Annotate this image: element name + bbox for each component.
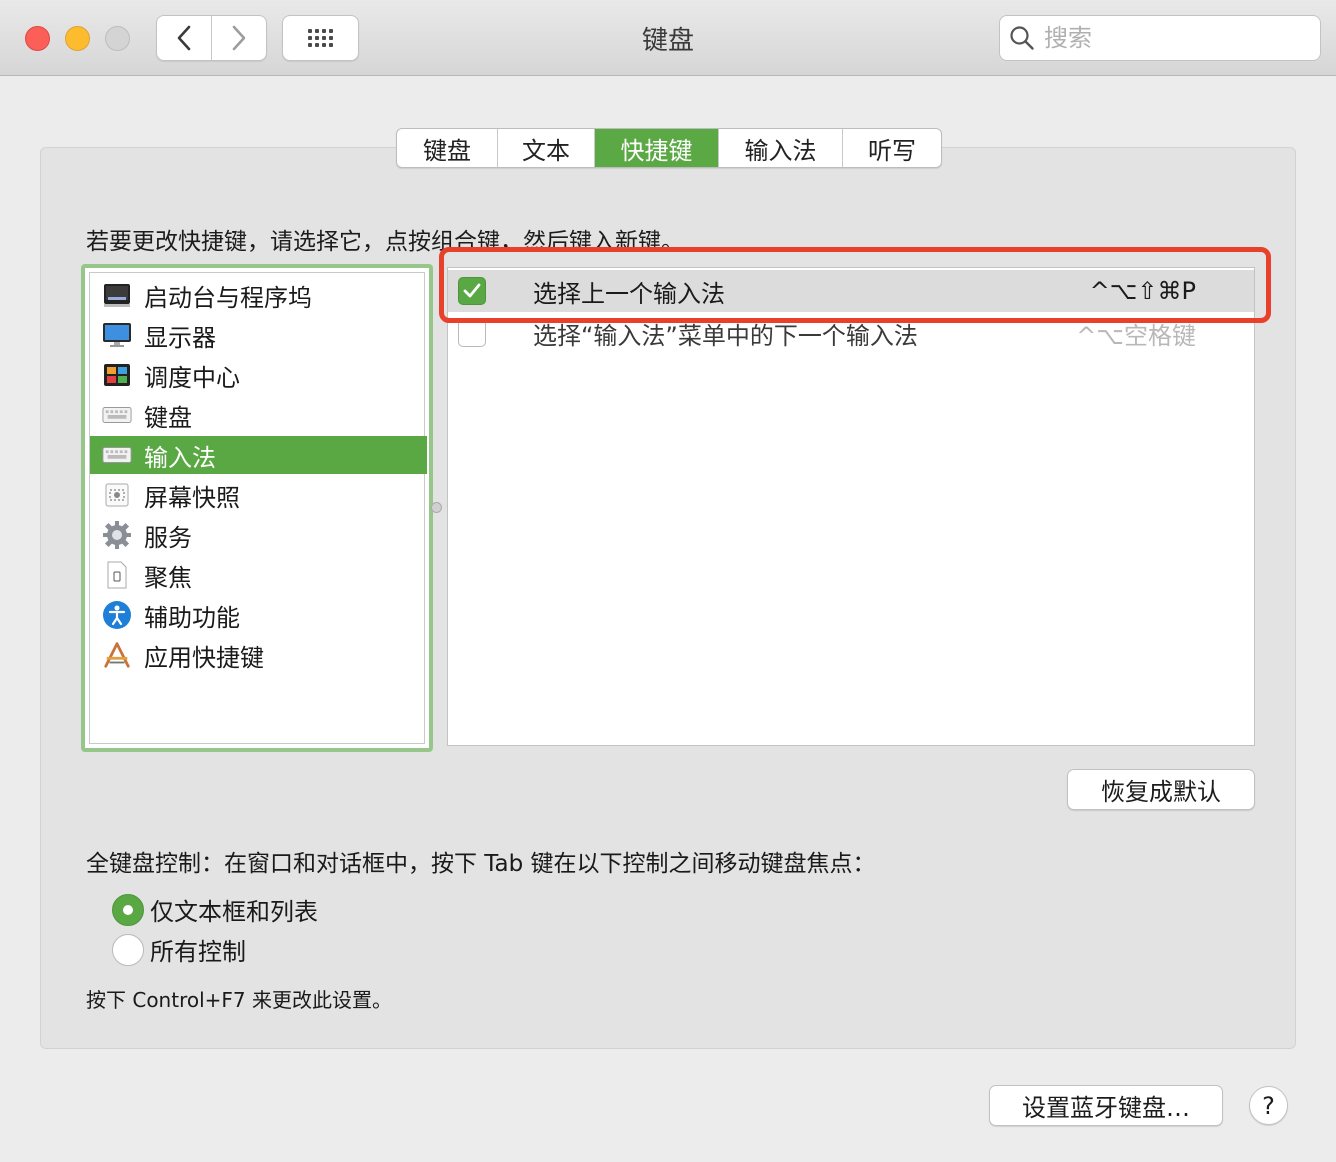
display-icon — [102, 320, 132, 350]
close-window-button[interactable] — [25, 26, 50, 51]
shortcut-checkbox[interactable] — [458, 319, 486, 347]
sidebar-item-accessibility[interactable]: 辅助功能 — [90, 596, 427, 634]
radio-selected-indicator[interactable] — [112, 893, 144, 926]
sidebar-item-label: 启动台与程序坞 — [144, 283, 312, 312]
radio-indicator[interactable] — [112, 933, 144, 966]
tab-shortcuts[interactable]: 快捷键 — [594, 129, 718, 167]
chevron-left-icon — [177, 25, 191, 51]
sidebar-item-label: 服务 — [144, 523, 192, 552]
show-all-button[interactable] — [282, 15, 359, 61]
sidebar-item-label: 输入法 — [144, 443, 216, 472]
setup-bluetooth-keyboard-button[interactable]: 设置蓝牙键盘… — [989, 1085, 1223, 1126]
search-field[interactable] — [999, 15, 1321, 61]
search-icon — [1000, 25, 1044, 51]
sidebar-item-screenshots[interactable]: 屏幕快照 — [90, 476, 427, 514]
full-keyboard-access-label: 全键盘控制：在窗口和对话框中，按下 Tab 键在以下控制之间移动键盘焦点： — [86, 851, 876, 877]
title-bar: 键盘 — [0, 0, 1336, 76]
shortcut-table[interactable]: 选择上一个输入法 ^⌥⇧⌘P 选择“输入法”菜单中的下一个输入法 ^⌥空格键 — [447, 267, 1255, 746]
window-title: 键盘 — [641, 26, 694, 56]
gear-icon — [102, 520, 132, 550]
app-shortcuts-icon — [102, 640, 132, 670]
search-input[interactable] — [1044, 24, 1304, 52]
sidebar-item-spotlight[interactable]: 聚焦 — [90, 556, 427, 594]
sidebar-item-label: 键盘 — [144, 403, 192, 432]
keyboard-icon — [102, 400, 132, 430]
sidebar-item-keyboard[interactable]: 键盘 — [90, 396, 427, 434]
accessibility-icon — [102, 600, 132, 630]
sidebar-item-app-shortcuts[interactable]: 应用快捷键 — [90, 636, 427, 674]
keyboard-icon — [102, 440, 132, 470]
tab-text[interactable]: 文本 — [497, 129, 594, 167]
control-f7-hint: 按下 Control+F7 来更改此设置。 — [86, 988, 392, 1012]
sidebar-item-launchpad-dock[interactable]: 启动台与程序坞 — [90, 276, 427, 314]
sidebar-item-displays[interactable]: 显示器 — [90, 316, 427, 354]
help-button[interactable]: ? — [1249, 1086, 1288, 1125]
chevron-right-icon — [232, 25, 246, 51]
radio-label: 仅文本框和列表 — [150, 898, 318, 926]
forward-button[interactable] — [211, 16, 266, 60]
tab-keyboard[interactable]: 键盘 — [397, 129, 497, 167]
tab-input-sources[interactable]: 输入法 — [718, 129, 842, 167]
restore-defaults-button[interactable]: 恢复成默认 — [1067, 769, 1255, 810]
sidebar-item-mission-control[interactable]: 调度中心 — [90, 356, 427, 394]
dock-icon — [102, 280, 132, 310]
highlight-annotation-box — [439, 247, 1271, 323]
radio-all-controls[interactable]: 所有控制 — [112, 932, 246, 967]
sidebar-item-label: 辅助功能 — [144, 603, 240, 632]
sidebar-item-input-sources[interactable]: 输入法 — [90, 436, 427, 474]
sidebar-item-label: 应用快捷键 — [144, 643, 264, 672]
sidebar-item-services[interactable]: 服务 — [90, 516, 427, 554]
shortcut-category-list[interactable]: 启动台与程序坞 显示器 调度中心 键盘 输入法 屏幕快照 服务 聚焦 辅助功能 … — [81, 264, 433, 752]
zoom-window-button[interactable] — [105, 26, 130, 51]
spotlight-document-icon — [102, 560, 132, 590]
sidebar-item-label: 显示器 — [144, 323, 216, 352]
sidebar-item-label: 聚焦 — [144, 563, 192, 592]
tab-dictation[interactable]: 听写 — [842, 129, 941, 167]
radio-label: 所有控制 — [150, 938, 246, 966]
mission-control-icon — [102, 360, 132, 390]
sidebar-item-label: 调度中心 — [144, 363, 240, 392]
sidebar-item-label: 屏幕快照 — [144, 483, 240, 512]
back-button[interactable] — [157, 16, 211, 60]
screenshot-icon — [102, 480, 132, 510]
tab-bar: 键盘 文本 快捷键 输入法 听写 — [396, 128, 942, 168]
navigation-buttons — [156, 15, 267, 61]
split-view-handle[interactable] — [431, 502, 442, 513]
grid-icon — [308, 29, 333, 47]
radio-text-boxes-and-lists[interactable]: 仅文本框和列表 — [112, 892, 318, 927]
minimize-window-button[interactable] — [65, 26, 90, 51]
